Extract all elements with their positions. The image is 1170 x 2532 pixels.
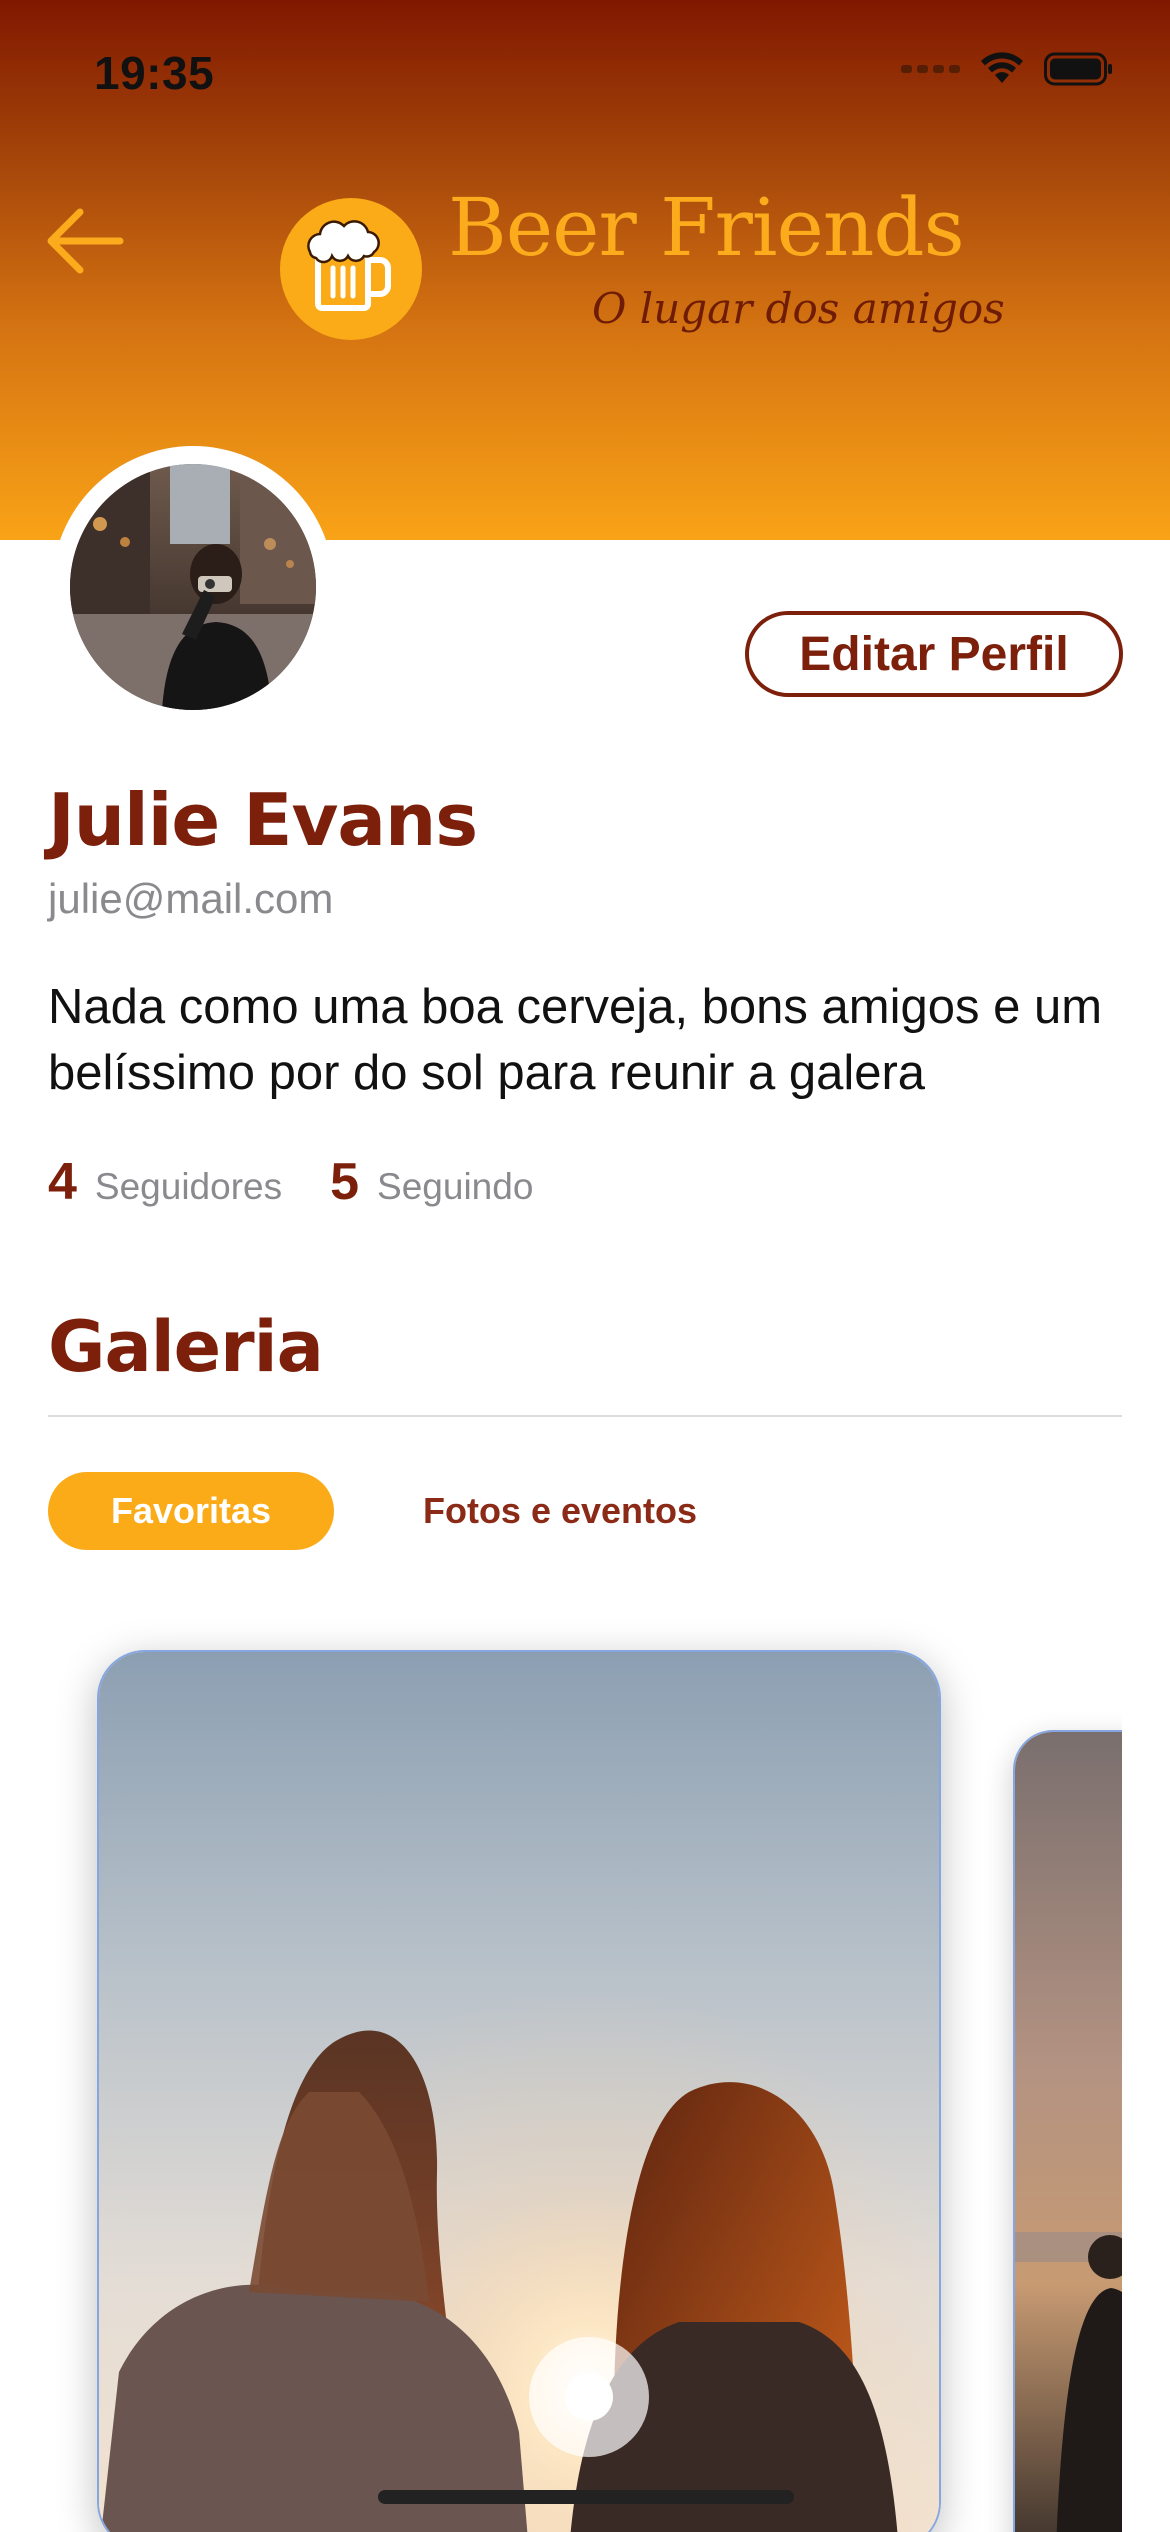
status-icons	[901, 52, 1114, 86]
edit-profile-button[interactable]: Editar Perfil	[745, 611, 1123, 697]
followers-label: Seguidores	[94, 1166, 283, 1207]
user-bio: Nada como uma boa cerveja, bons amigos e…	[48, 980, 1103, 1100]
gallery-divider	[48, 1415, 1122, 1417]
following-stat[interactable]: 5 Seguindo	[330, 1152, 533, 1212]
battery-icon	[1044, 52, 1114, 86]
wifi-icon	[980, 52, 1024, 86]
followers-stat[interactable]: 4 Seguidores	[48, 1152, 282, 1212]
avatar-ring	[52, 446, 334, 728]
following-count: 5	[330, 1153, 360, 1211]
tab-favoritas[interactable]: Favoritas	[48, 1472, 334, 1550]
brand-title: Beer Friends	[448, 181, 965, 274]
gallery-carousel	[0, 1600, 1122, 2532]
back-button[interactable]	[40, 196, 130, 286]
signal-icon	[901, 65, 960, 73]
avatar[interactable]	[70, 464, 316, 710]
beer-mug-icon	[307, 220, 391, 311]
logo	[280, 198, 422, 340]
gallery-card[interactable]	[97, 1650, 941, 2532]
status-time: 19:35	[94, 47, 215, 99]
profile-stats: 4 Seguidores 5 Seguindo	[48, 1152, 581, 1212]
tab-fotos-e-eventos[interactable]: Fotos e eventos	[380, 1472, 740, 1550]
followers-count: 4	[48, 1153, 77, 1211]
following-label: Seguindo	[377, 1166, 534, 1207]
user-name: Julie Evans	[48, 778, 478, 862]
home-indicator	[378, 2490, 794, 2504]
brand-subtitle: O lugar dos amigos	[592, 284, 1005, 333]
arrow-left-icon	[47, 208, 124, 274]
gallery-card[interactable]	[1013, 1730, 1122, 2532]
user-email: julie@mail.com	[48, 875, 334, 922]
gallery-title: Galeria	[48, 1306, 324, 1388]
